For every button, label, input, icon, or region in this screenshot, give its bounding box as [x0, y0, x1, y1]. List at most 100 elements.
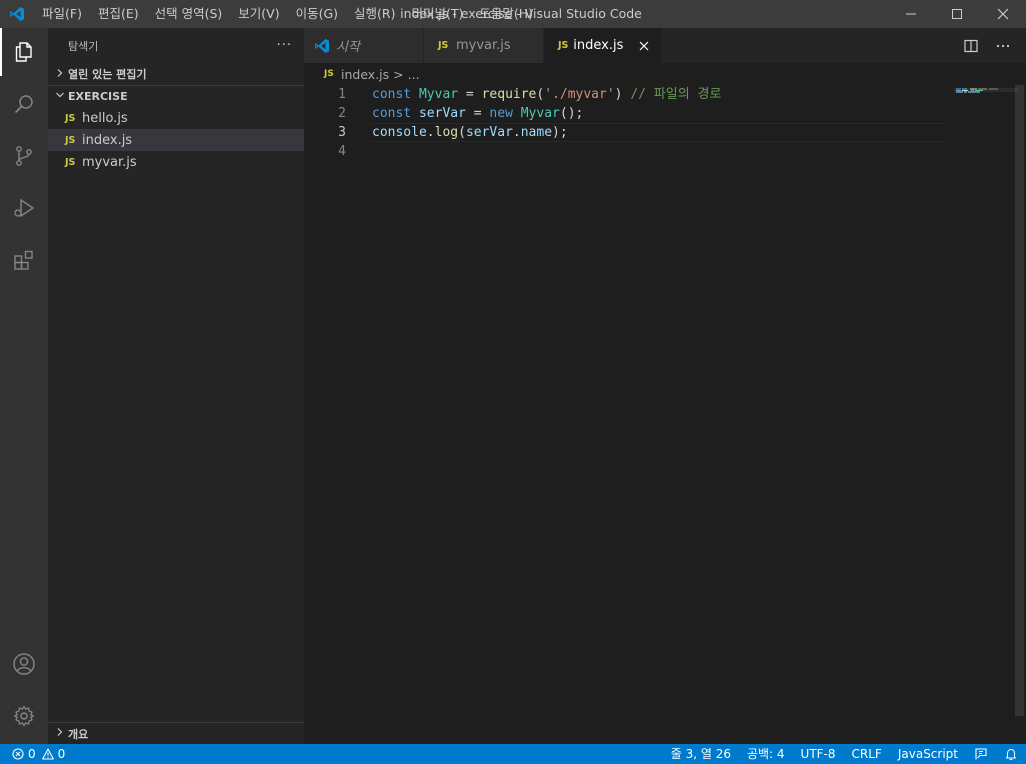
menu-terminal[interactable]: 터미널(T)	[404, 0, 472, 28]
code-token: serVar	[465, 125, 513, 140]
activity-source-control[interactable]	[0, 132, 48, 180]
code-line: 3 console.log(serVar.name);	[304, 123, 954, 142]
menu-edit[interactable]: 편집(E)	[90, 0, 147, 28]
account-icon	[13, 653, 35, 675]
code-token: const	[372, 87, 419, 102]
file-item-hello[interactable]: JS hello.js	[48, 107, 304, 129]
js-file-icon: JS	[558, 40, 569, 51]
code-token: ();	[559, 106, 584, 121]
code-token: const	[372, 106, 419, 121]
indentation[interactable]: 공백: 4	[739, 744, 793, 764]
bell-icon	[1005, 748, 1017, 761]
line-content: const Myvar = require('./myvar') // 파일의 …	[372, 85, 721, 104]
code-editor[interactable]: 1 const Myvar = require('./myvar') // 파일…	[304, 85, 954, 161]
activity-search[interactable]	[0, 80, 48, 128]
maximize-button[interactable]	[934, 0, 980, 28]
status-right: 줄 3, 열 26 공백: 4 UTF-8 CRLF JavaScript	[663, 744, 1026, 764]
line-content: const serVar = new Myvar();	[372, 104, 583, 123]
activity-run-debug[interactable]	[0, 184, 48, 232]
code-line: 2 const serVar = new Myvar();	[304, 104, 954, 123]
breadcrumb-symbol[interactable]: ...	[408, 67, 420, 82]
js-file-icon: JS	[324, 69, 334, 79]
feedback-button[interactable]	[966, 744, 996, 764]
warning-count: 0	[57, 747, 66, 761]
breadcrumb-file[interactable]: index.js	[341, 67, 389, 82]
tab-index[interactable]: JS index.js	[544, 28, 662, 63]
file-item-index[interactable]: JS index.js	[48, 129, 304, 151]
code-token: Myvar	[520, 106, 560, 121]
window-controls	[888, 0, 1026, 28]
activity-accounts[interactable]	[0, 640, 48, 688]
close-window-button[interactable]	[980, 0, 1026, 28]
line-number: 4	[338, 144, 346, 159]
feedback-icon	[975, 748, 987, 760]
tab-label: 시작	[336, 40, 360, 55]
notifications-button[interactable]	[996, 744, 1026, 764]
run-debug-icon	[14, 198, 35, 218]
encoding[interactable]: UTF-8	[793, 744, 844, 764]
code-token: new	[489, 106, 521, 121]
tab-close-button[interactable]	[637, 38, 651, 54]
scrollbar-thumb[interactable]	[1015, 85, 1024, 716]
end-of-line[interactable]: CRLF	[844, 744, 890, 764]
activity-manage[interactable]	[0, 692, 48, 740]
code-token: (	[458, 125, 466, 140]
code-line: 4	[304, 142, 954, 161]
activity-bar	[0, 28, 48, 744]
language-mode[interactable]: JavaScript	[890, 744, 966, 764]
minimize-button[interactable]	[888, 0, 934, 28]
code-token: serVar	[418, 106, 466, 121]
file-item-myvar[interactable]: JS myvar.js	[48, 151, 304, 173]
tab-label: myvar.js	[456, 38, 511, 53]
menu-view[interactable]: 보기(V)	[230, 0, 287, 28]
breadcrumb-separator: >	[393, 66, 404, 82]
vscode-logo-icon	[0, 0, 34, 28]
chevron-right-icon	[52, 727, 68, 740]
editor-actions	[958, 28, 1026, 63]
code-token: =	[465, 106, 490, 121]
vscode-logo-icon	[314, 38, 336, 54]
code-token: )	[614, 87, 631, 102]
menu-run[interactable]: 실행(R)	[346, 0, 403, 28]
activity-explorer[interactable]	[0, 28, 48, 76]
manage-gear-icon	[13, 705, 35, 727]
minimap[interactable]	[954, 85, 1018, 725]
folder-section[interactable]: EXERCISE	[48, 85, 304, 107]
menu-help[interactable]: 도움말(H)	[471, 0, 541, 28]
js-file-icon: JS	[438, 40, 449, 51]
outline-label: 개요	[68, 727, 89, 741]
search-icon	[14, 95, 33, 114]
minimize-icon	[906, 13, 916, 15]
chevron-right-icon	[52, 68, 68, 81]
title-bar: 파일(F) 편집(E) 선택 영역(S) 보기(V) 이동(G) 실행(R) 터…	[0, 0, 1026, 28]
code-token: Myvar	[418, 87, 459, 102]
more-actions-button[interactable]	[990, 33, 1016, 59]
cursor-position[interactable]: 줄 3, 열 26	[663, 744, 739, 764]
warning-icon	[41, 748, 54, 760]
minimap-preview	[954, 88, 1018, 93]
split-editor-icon	[964, 39, 978, 52]
tab-welcome[interactable]: 시작	[304, 28, 424, 63]
close-icon	[997, 8, 1009, 20]
open-editors-section[interactable]: 열린 있는 편집기	[48, 63, 304, 85]
menu-go[interactable]: 이동(G)	[288, 0, 346, 28]
extensions-icon	[14, 250, 33, 270]
menu-file[interactable]: 파일(F)	[34, 0, 90, 28]
activity-extensions[interactable]	[0, 236, 48, 284]
outline-section[interactable]: 개요	[48, 722, 304, 744]
code-token: // 파일의 경로	[630, 87, 722, 102]
problems-indicator[interactable]: 0 0	[0, 747, 65, 761]
more-actions-icon[interactable]: ···	[277, 38, 292, 53]
editor-area: 시작 JS myvar.js JS index.js JS index.js >…	[304, 28, 1026, 744]
sidebar-title: 탐색기	[68, 39, 99, 53]
explorer-icon	[15, 42, 32, 62]
file-name: index.js	[82, 132, 133, 148]
split-editor-button[interactable]	[958, 33, 984, 59]
tab-myvar[interactable]: JS myvar.js	[424, 28, 544, 63]
vertical-scrollbar[interactable]	[1014, 85, 1026, 744]
js-file-icon: JS	[65, 134, 76, 146]
tab-bar: 시작 JS myvar.js JS index.js	[304, 28, 1026, 63]
maximize-icon	[952, 9, 962, 19]
line-number: 2	[338, 106, 346, 121]
menu-selection[interactable]: 선택 영역(S)	[147, 0, 231, 28]
